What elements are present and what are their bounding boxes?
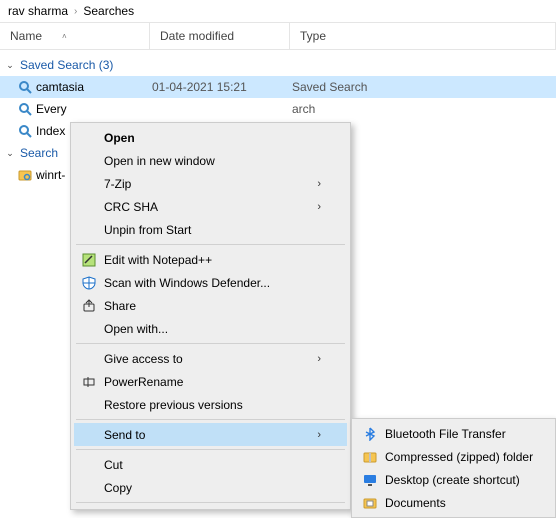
submenu-label: Desktop (create shortcut) (385, 473, 520, 487)
chevron-right-icon: › (317, 353, 321, 365)
menu-send-to[interactable]: Send to› (74, 423, 347, 446)
breadcrumb-current[interactable]: Searches (83, 4, 134, 18)
separator (76, 419, 345, 420)
menu-open-new-window[interactable]: Open in new window (74, 149, 347, 172)
menu-share[interactable]: Share (74, 294, 347, 317)
sort-caret-icon: ˄ (62, 32, 67, 41)
menu-copy[interactable]: Copy (74, 476, 347, 499)
item-date: 01-04-2021 15:21 (152, 80, 292, 94)
sendto-zip[interactable]: Compressed (zipped) folder (355, 445, 552, 468)
breadcrumb[interactable]: rav sharma › Searches (0, 0, 556, 22)
group-title: Search (20, 146, 58, 160)
menu-open-with[interactable]: Open with... (74, 317, 347, 340)
menu-restore[interactable]: Restore previous versions (74, 393, 347, 416)
separator (76, 343, 345, 344)
menu-open[interactable]: Open (74, 126, 347, 149)
chevron-right-icon: › (317, 201, 321, 213)
search-folder-icon (16, 168, 34, 182)
menu-unpin[interactable]: Unpin from Start (74, 218, 347, 241)
column-date-label: Date modified (160, 29, 234, 43)
column-type-label: Type (300, 29, 326, 43)
sendto-documents[interactable]: Documents (355, 491, 552, 514)
column-type[interactable]: Type (290, 23, 556, 49)
menu-cut[interactable]: Cut (74, 453, 347, 476)
bluetooth-icon (361, 425, 379, 443)
chevron-right-icon: › (317, 178, 321, 190)
sendto-desktop[interactable]: Desktop (create shortcut) (355, 468, 552, 491)
sendto-bluetooth[interactable]: Bluetooth File Transfer (355, 422, 552, 445)
item-type: Saved Search (292, 80, 367, 94)
search-file-icon (16, 102, 34, 116)
list-item[interactable]: camtasia 01-04-2021 15:21 Saved Search (0, 76, 556, 98)
share-icon (80, 297, 98, 315)
context-menu: Open Open in new window 7-Zip› CRC SHA› … (70, 122, 351, 510)
column-date[interactable]: Date modified (150, 23, 290, 49)
submenu-label: Bluetooth File Transfer (385, 427, 506, 441)
menu-give-access[interactable]: Give access to› (74, 347, 347, 370)
chevron-down-icon: ⌄ (4, 148, 16, 159)
chevron-right-icon: › (317, 429, 321, 441)
send-to-submenu: Bluetooth File Transfer Compressed (zipp… (351, 418, 556, 518)
group-title: Saved Search (3) (20, 58, 113, 72)
item-name: camtasia (34, 80, 152, 94)
notepad-icon (80, 251, 98, 269)
item-name: Every (34, 102, 152, 116)
column-name[interactable]: Name ˄ (0, 23, 150, 49)
list-item[interactable]: Every arch (0, 98, 556, 120)
desktop-icon (361, 471, 379, 489)
item-type: arch (292, 102, 315, 116)
shield-icon (80, 274, 98, 292)
menu-7zip[interactable]: 7-Zip› (74, 172, 347, 195)
submenu-label: Documents (385, 496, 446, 510)
group-saved-search[interactable]: ⌄ Saved Search (3) (0, 54, 556, 76)
column-name-label: Name (10, 29, 42, 43)
documents-folder-icon (361, 494, 379, 512)
separator (76, 244, 345, 245)
menu-notepad[interactable]: Edit with Notepad++ (74, 248, 347, 271)
menu-defender[interactable]: Scan with Windows Defender... (74, 271, 347, 294)
zip-folder-icon (361, 448, 379, 466)
column-headers: Name ˄ Date modified Type (0, 22, 556, 50)
menu-crc-sha[interactable]: CRC SHA› (74, 195, 347, 218)
chevron-right-icon: › (74, 6, 77, 17)
rename-icon (80, 373, 98, 391)
search-file-icon (16, 124, 34, 138)
breadcrumb-parent[interactable]: rav sharma (8, 4, 68, 18)
search-file-icon (16, 80, 34, 94)
separator (76, 449, 345, 450)
separator (76, 502, 345, 503)
chevron-down-icon: ⌄ (4, 60, 16, 71)
submenu-label: Compressed (zipped) folder (385, 450, 533, 464)
menu-powerrename[interactable]: PowerRename (74, 370, 347, 393)
